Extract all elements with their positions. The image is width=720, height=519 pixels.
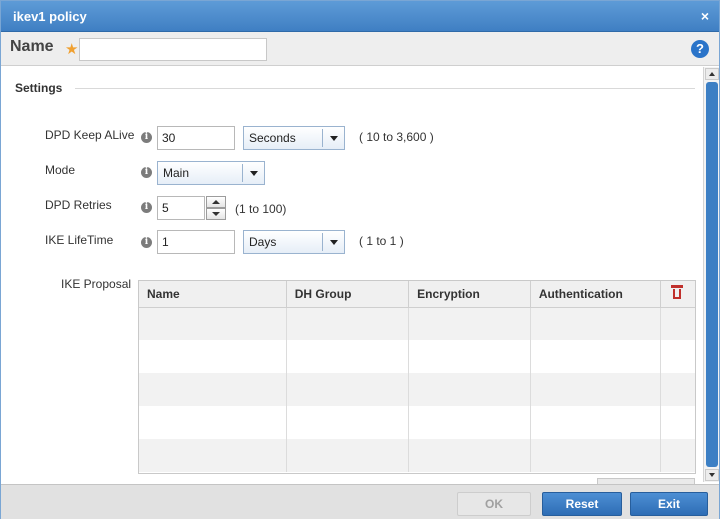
- exit-button[interactable]: Exit: [630, 492, 708, 516]
- dpd-retries-range: (1 to 100): [235, 202, 287, 216]
- dpd-keep-alive-unit-select[interactable]: Seconds: [243, 126, 345, 150]
- ike-lifetime-unit-select[interactable]: Days: [243, 230, 345, 254]
- scroll-thumb[interactable]: [706, 82, 718, 467]
- settings-title: Settings: [15, 81, 69, 95]
- footer-bar: OK Reset Exit: [1, 484, 719, 519]
- scroll-up-icon[interactable]: [705, 68, 719, 80]
- close-icon[interactable]: ×: [701, 9, 709, 23]
- ike-lifetime-unit-value: Days: [249, 235, 277, 249]
- column-header-authentication[interactable]: Authentication: [530, 281, 661, 308]
- settings-panel: Settings DPD Keep ALive i 30 Seconds ( 1…: [5, 68, 701, 482]
- stepper-up-icon[interactable]: [206, 196, 226, 208]
- trash-icon[interactable]: [670, 285, 683, 300]
- mode-info-icon[interactable]: i: [141, 167, 152, 178]
- mode-label: Mode: [45, 163, 76, 177]
- ike-proposal-label: IKE Proposal: [61, 277, 132, 291]
- reset-button[interactable]: Reset: [542, 492, 622, 516]
- mode-select[interactable]: Main: [157, 161, 265, 185]
- dpd-keep-alive-input[interactable]: 30: [157, 126, 235, 150]
- settings-divider: [75, 88, 695, 89]
- name-label: Name: [10, 38, 54, 55]
- column-header-dh-group[interactable]: DH Group: [286, 281, 410, 308]
- vertical-scrollbar[interactable]: [703, 67, 719, 482]
- column-header-name[interactable]: Name: [139, 281, 287, 308]
- delete-column-header: [660, 281, 695, 308]
- chevron-down-icon: [322, 129, 344, 147]
- ike-lifetime-range: ( 1 to 1 ): [359, 234, 404, 248]
- mode-value: Main: [163, 166, 190, 180]
- stepper-down-icon[interactable]: [206, 208, 226, 220]
- ike-lifetime-input[interactable]: 1: [157, 230, 235, 254]
- title-bar: ikev1 policy ×: [1, 1, 719, 32]
- name-bar: Name ★ ?: [1, 32, 719, 66]
- ike-lifetime-info-icon[interactable]: i: [141, 237, 152, 248]
- ike-proposal-table: Name DH Group Encryption Authentication: [138, 280, 696, 474]
- dpd-keep-alive-info-icon[interactable]: i: [141, 132, 152, 143]
- name-input[interactable]: [79, 38, 267, 61]
- table-row: [139, 340, 695, 373]
- column-header-encryption[interactable]: Encryption: [408, 281, 531, 308]
- dpd-retries-info-icon[interactable]: i: [141, 202, 152, 213]
- table-row: [139, 439, 695, 472]
- table-row: [139, 307, 695, 340]
- dpd-retries-stepper[interactable]: [206, 196, 226, 220]
- ike-lifetime-label: IKE LifeTime: [45, 233, 114, 247]
- dpd-retries-label: DPD Retries: [45, 198, 112, 212]
- help-icon[interactable]: ?: [691, 40, 709, 58]
- dpd-retries-input[interactable]: 5: [157, 196, 205, 220]
- dpd-keep-alive-label: DPD Keep ALive: [45, 128, 135, 142]
- ikev1-policy-dialog: ikev1 policy × Name ★ ? Settings DPD Kee…: [0, 0, 720, 519]
- table-row: [139, 373, 695, 406]
- table-row: [139, 406, 695, 439]
- chevron-down-icon: [242, 164, 264, 182]
- dialog-title: ikev1 policy: [13, 9, 87, 24]
- dpd-keep-alive-range: ( 10 to 3,600 ): [359, 130, 434, 144]
- chevron-down-icon: [322, 233, 344, 251]
- required-star-icon: ★: [65, 41, 79, 58]
- ok-button[interactable]: OK: [457, 492, 531, 516]
- scroll-down-icon[interactable]: [705, 469, 719, 481]
- dpd-keep-alive-unit-value: Seconds: [249, 131, 296, 145]
- table-header-row: Name DH Group Encryption Authentication: [139, 281, 695, 308]
